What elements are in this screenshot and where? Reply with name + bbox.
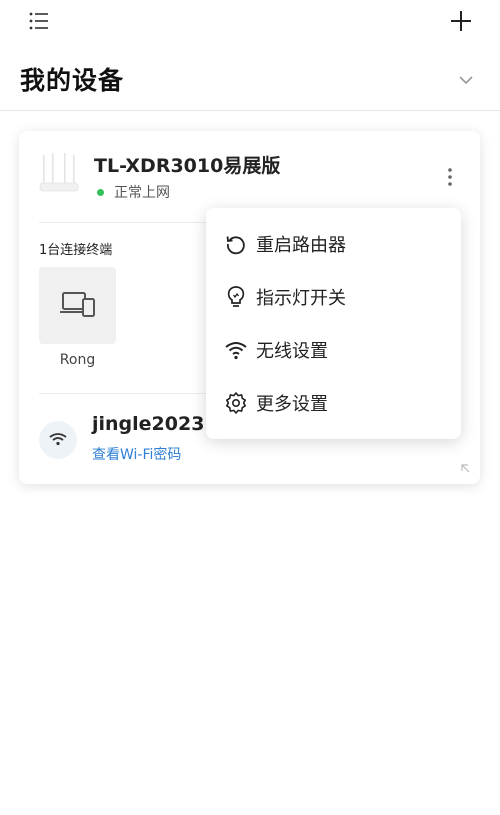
add-icon[interactable] xyxy=(446,6,476,36)
view-wifi-password-link[interactable]: 查看Wi-Fi密码 xyxy=(92,444,181,464)
gear-icon xyxy=(224,391,248,415)
menu-item-wireless-settings[interactable]: 无线设置 xyxy=(206,326,461,374)
menu-item-label: 指示灯开关 xyxy=(256,288,346,309)
menu-item-label: 重启路由器 xyxy=(256,235,346,256)
chevron-down-icon[interactable] xyxy=(454,68,478,92)
top-bar xyxy=(0,0,500,50)
status-text: 正常上网 xyxy=(114,185,170,201)
client-name: Rong xyxy=(59,352,96,368)
wifi-icon xyxy=(224,338,248,362)
restart-icon xyxy=(224,232,248,256)
menu-item-label: 无线设置 xyxy=(256,341,328,362)
device-options-popup: 重启路由器 指示灯开关 无线设置 更多设置 xyxy=(206,208,461,439)
clients-count[interactable]: 1台连接终端 xyxy=(39,239,112,258)
router-image xyxy=(39,153,79,197)
wifi-ssid: jingle2023 xyxy=(92,413,205,435)
list-menu-icon[interactable] xyxy=(26,8,52,34)
menu-item-more-settings[interactable]: 更多设置 xyxy=(206,379,461,427)
connection-status: 正常上网 xyxy=(97,182,170,202)
laptop-phone-icon xyxy=(59,290,96,322)
menu-item-indicator-light[interactable]: 指示灯开关 xyxy=(206,273,461,321)
more-options-icon[interactable] xyxy=(440,164,460,190)
page-title: 我的设备 xyxy=(20,66,125,95)
device-name: TL-XDR3010易展版 xyxy=(94,155,281,177)
header-divider xyxy=(0,110,500,111)
status-dot-icon xyxy=(97,188,104,196)
menu-item-label: 更多设置 xyxy=(256,394,328,415)
menu-item-restart-router[interactable]: 重启路由器 xyxy=(206,220,461,268)
wifi-badge xyxy=(39,421,77,459)
lightbulb-icon xyxy=(224,285,248,309)
client-tile[interactable] xyxy=(39,267,116,344)
expand-arrow-icon[interactable] xyxy=(459,462,473,476)
wifi-icon xyxy=(48,431,68,450)
